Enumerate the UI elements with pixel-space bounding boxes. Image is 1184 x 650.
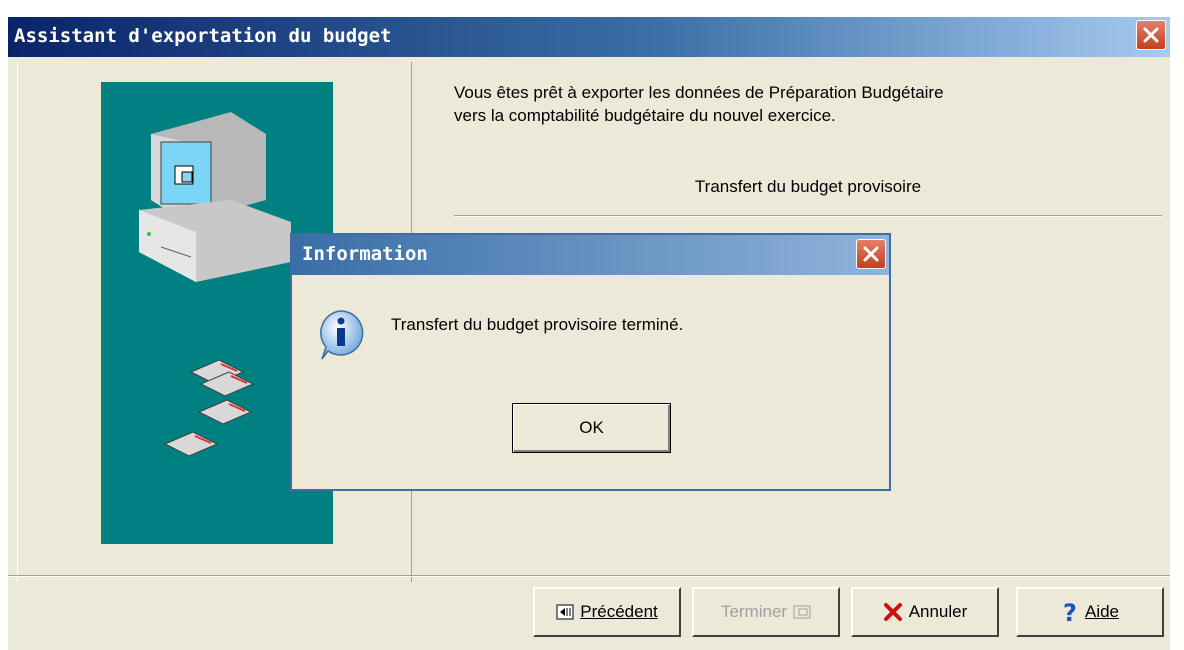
divider bbox=[454, 215, 1162, 217]
dialog-close-button[interactable] bbox=[856, 239, 886, 269]
back-icon bbox=[556, 604, 574, 620]
window-title-bar[interactable]: Assistant d'exportation du budget bbox=[8, 17, 1170, 57]
previous-label: Précédent bbox=[580, 602, 658, 621]
footer-divider bbox=[8, 575, 1170, 577]
cancel-x-icon bbox=[883, 603, 902, 621]
info-icon bbox=[320, 310, 364, 360]
window-close-button[interactable] bbox=[1136, 20, 1166, 50]
ok-button[interactable]: OK bbox=[512, 403, 671, 453]
previous-button[interactable]: Précédent bbox=[533, 587, 681, 637]
dialog-title-bar[interactable]: Information bbox=[292, 235, 889, 275]
information-dialog: Information Transfert du budget provisoi… bbox=[290, 233, 891, 491]
intro-line-2: vers la comptabilité budgétaire du nouve… bbox=[454, 106, 836, 125]
cancel-label: Annuler bbox=[908, 602, 968, 621]
dialog-message: Transfert du budget provisoire terminé. bbox=[391, 315, 684, 334]
close-icon bbox=[1143, 27, 1159, 43]
intro-line-1: Vous êtes prêt à exporter les données de… bbox=[454, 83, 944, 102]
dialog-title: Information bbox=[302, 243, 428, 265]
help-question-icon: ? bbox=[1063, 600, 1077, 624]
help-label: Aide bbox=[1084, 602, 1120, 621]
window-title: Assistant d'exportation du budget bbox=[14, 25, 392, 47]
wizard-intro-text: Vous êtes prêt à exporter les données de… bbox=[454, 81, 944, 127]
svg-text:?: ? bbox=[1063, 600, 1077, 624]
finish-label: Terminer bbox=[720, 602, 788, 621]
finish-icon bbox=[793, 605, 811, 619]
wizard-step-subtitle: Transfert du budget provisoire bbox=[694, 177, 922, 196]
close-icon bbox=[863, 246, 879, 262]
help-button[interactable]: ? Aide bbox=[1016, 587, 1164, 637]
ok-label: OK bbox=[579, 418, 604, 437]
finish-button[interactable]: Terminer bbox=[692, 587, 840, 637]
cancel-button[interactable]: Annuler bbox=[851, 587, 999, 637]
